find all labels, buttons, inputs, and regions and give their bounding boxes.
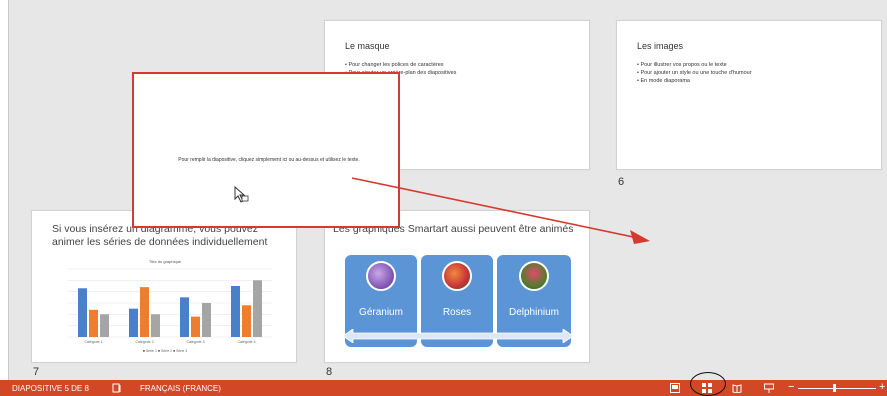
slide-number: 6 [618,176,625,188]
notes-icon[interactable] [112,383,122,393]
chart-legend: ■ Série 1 ■ Série 2 ■ Série 3 [143,349,188,353]
dragged-slide[interactable]: Pour remplir la diapositive, cliquez sim… [132,72,400,228]
column-chart: Titre du graphique Catégorie 1 Catégorie … [68,259,272,353]
slide-title: Les images [637,41,684,51]
chart-bar [231,286,240,337]
geranium-photo [366,261,396,291]
smartart-label: Géranium [359,307,403,318]
move-cursor-icon [234,186,249,203]
smartart-double-arrow [343,329,573,343]
slide-diagram[interactable]: Si vous insérez un diagramme, vous pouve… [31,210,297,363]
slide-sorter-window: Le masque • Pour changer les polices de … [0,0,887,396]
chart-bar [129,308,138,337]
slide-count-status[interactable]: DIAPOSITIVE 5 DE 8 [12,384,89,393]
chart-bar [253,280,262,337]
chart-bar [140,287,149,337]
bullet: • En mode diaporama [637,78,690,84]
smartart-label: Roses [442,307,472,318]
chart-bars [78,280,262,337]
annotation-circle [690,372,726,396]
slide-title: Le masque [345,41,390,51]
slide-bullets: • Pour illustrer vos propos ou le texte … [637,61,752,85]
chart-x-labels: Catégorie 1 Catégorie 2 Catégorie 3 Catégor… [84,340,255,344]
chart-bar [202,303,211,337]
slide-placeholder-text: Pour remplir la diapositive, cliquez sim… [178,157,360,163]
normal-view-icon[interactable] [670,383,680,393]
slideshow-view-icon[interactable] [764,383,774,393]
chart-bar [191,316,200,337]
chart-x-label: Catégorie 2 [135,340,153,344]
slide-images[interactable]: Les images • Pour illustrer vos propos o… [616,20,882,170]
chart-bar [89,309,98,337]
slide-number: 8 [326,366,333,378]
chart-x-label: Catégorie 3 [186,340,204,344]
zoom-out-button[interactable]: − [788,381,794,393]
chart-x-label: Catégorie 4 [237,340,255,344]
zoom-in-button[interactable]: + [879,381,885,393]
language-status[interactable]: FRANÇAIS (FRANCE) [140,384,221,393]
smartart-label: Delphinium [508,307,560,318]
chart-bar [78,288,87,337]
chart-title: Titre du graphique [149,259,182,264]
roses-photo [442,261,472,291]
chart-gridlines [68,268,272,338]
zoom-slider-track[interactable] [798,388,876,389]
chart-x-label: Catégorie 1 [84,340,102,344]
chart-bar [242,305,251,337]
bullet: • Pour ajouter un style ou une touche d'… [637,70,752,76]
chart-bar [180,297,189,337]
chart-bar [100,314,109,337]
bullet: • Pour illustrer vos propos ou le texte [637,62,727,68]
status-bar: DIAPOSITIVE 5 DE 8 FRANÇAIS (FRANCE) − + [0,380,887,396]
chart-bar [151,314,160,337]
bullet: • Pour changer les polices de caractères [345,62,444,68]
reading-view-icon[interactable] [732,383,742,393]
slide-smartart[interactable]: Les graphiques Smartart aussi peuvent êt… [324,210,590,363]
delphinium-photo [519,261,549,291]
slide-number: 7 [33,366,40,378]
zoom-slider-thumb[interactable] [833,384,836,392]
